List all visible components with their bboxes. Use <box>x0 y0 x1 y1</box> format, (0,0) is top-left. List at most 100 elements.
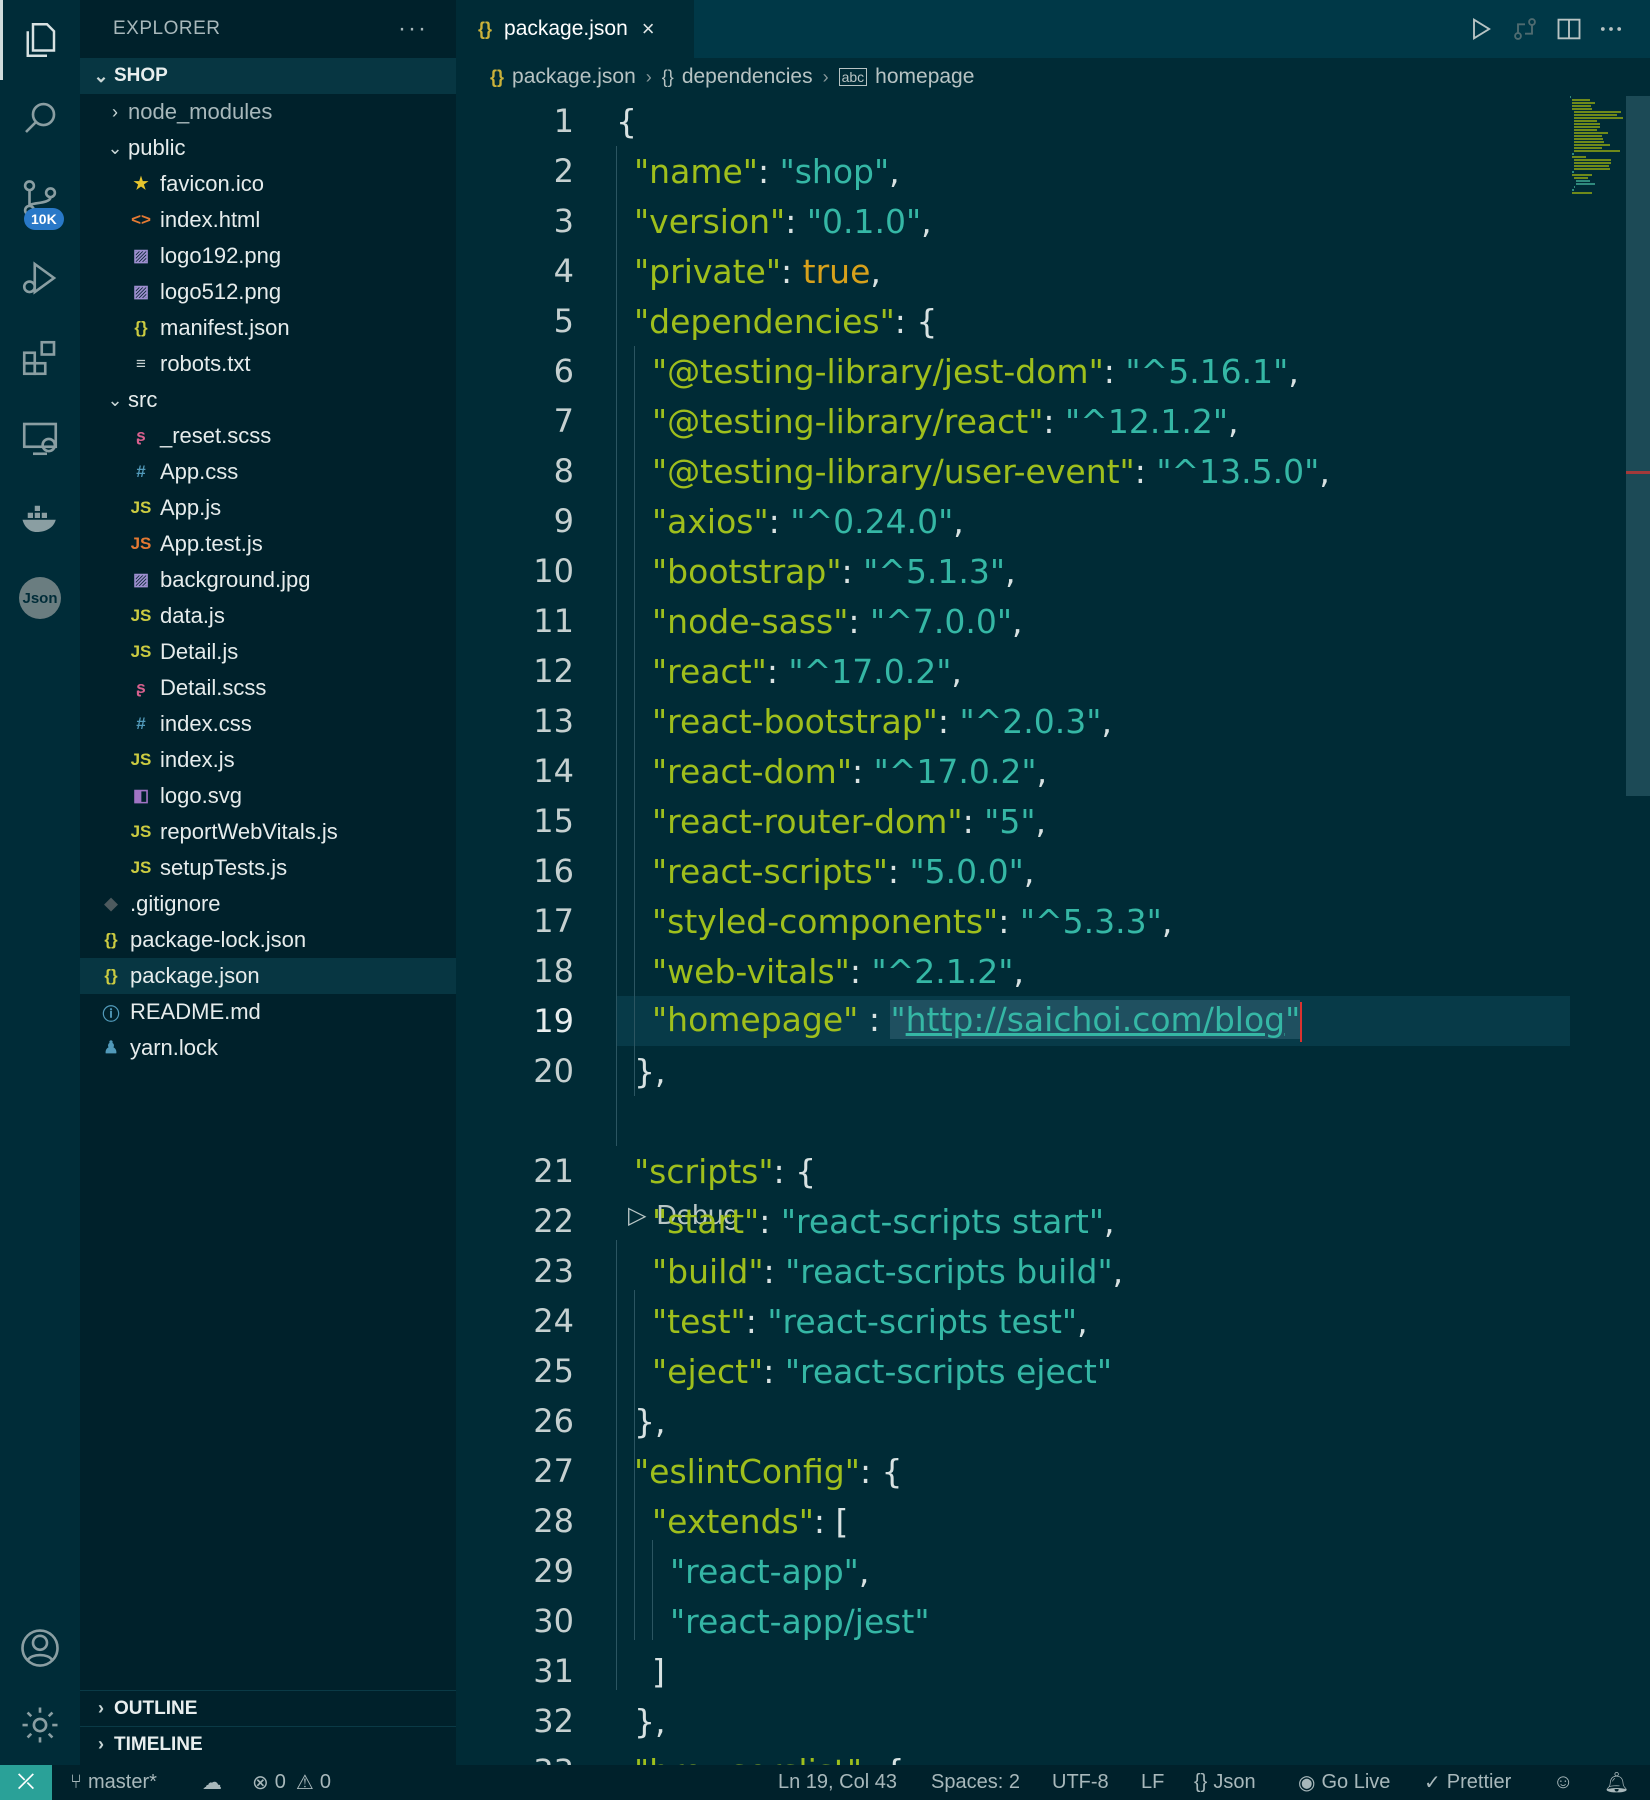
settings-gear-icon[interactable] <box>0 1685 80 1765</box>
account-icon[interactable] <box>0 1608 80 1688</box>
code-line[interactable]: 7 "@testing-library/react": "^12.1.2", <box>456 396 1570 446</box>
tree-file[interactable]: JS data.js <box>80 598 456 634</box>
tree-file[interactable]: JS reportWebVitals.js <box>80 814 456 850</box>
code-editor[interactable]: ▷ Debug 1{2 "name": "shop", 3 "version": "0… <box>456 96 1570 1765</box>
code-line[interactable]: 9 "axios": "^0.24.0", <box>456 496 1570 546</box>
code-line[interactable]: 31] <box>456 1646 1570 1696</box>
code-line[interactable]: 20}, <box>456 1046 1570 1096</box>
cursor-position[interactable]: Ln 19, Col 43 <box>778 1765 897 1800</box>
tree-file[interactable]: ▨ background.jpg <box>80 562 456 598</box>
code-line[interactable]: 5 "dependencies": { <box>456 296 1570 346</box>
explorer-icon[interactable] <box>0 0 80 80</box>
code-line[interactable]: 23 "build": "react-scripts build", <box>456 1246 1570 1296</box>
run-debug-icon[interactable] <box>0 238 80 318</box>
breadcrumb-item-dependencies[interactable]: dependencies <box>682 65 813 89</box>
tree-file[interactable]: ▨ logo192.png <box>80 238 456 274</box>
docker-icon[interactable] <box>0 478 80 558</box>
code-line[interactable]: 16 "react-scripts": "5.0.0", <box>456 846 1570 896</box>
code-line[interactable]: 15 "react-router-dom": "5", <box>456 796 1570 846</box>
tree-file[interactable]: {} package-lock.json <box>80 922 456 958</box>
eol-status[interactable]: LF <box>1141 1765 1164 1800</box>
branch-status[interactable]: ⑂ master* <box>70 1765 157 1800</box>
code-line[interactable]: 3 "version": "0.1.0", <box>456 196 1570 246</box>
tree-file[interactable]: # App.css <box>80 454 456 490</box>
code-line[interactable]: 30 "react-app/jest" <box>456 1596 1570 1646</box>
code-line[interactable]: 24 "test": "react-scripts test", <box>456 1296 1570 1346</box>
tree-file[interactable]: JS index.js <box>80 742 456 778</box>
tree-file[interactable]: ⓘ README.md <box>80 994 456 1030</box>
tree-file[interactable]: ʂ Detail.scss <box>80 670 456 706</box>
tree-file[interactable]: ★ favicon.ico <box>80 166 456 202</box>
problems-status[interactable]: ⊗ 0 ⚠ 0 <box>252 1765 331 1800</box>
tree-file[interactable]: # index.css <box>80 706 456 742</box>
tree-file[interactable]: JS App.test.js <box>80 526 456 562</box>
tree-file[interactable]: {} package.json <box>80 958 456 994</box>
extensions-icon[interactable] <box>0 318 80 398</box>
code-line[interactable]: 8 "@testing-library/user-event": "^13.5.0… <box>456 446 1570 496</box>
remote-explorer-icon[interactable] <box>0 398 80 478</box>
homepage-link[interactable]: http://saichoi.com/blog <box>905 1000 1286 1040</box>
compare-changes-icon[interactable] <box>1508 12 1542 46</box>
tree-file[interactable]: ʂ _reset.scss <box>80 418 456 454</box>
code-line[interactable]: 22 "start": "react-scripts start", <box>456 1196 1570 1246</box>
encoding-status[interactable]: UTF-8 <box>1052 1765 1109 1800</box>
code-line[interactable]: 21 "scripts": { <box>456 1146 1570 1196</box>
code-line[interactable]: 19 "homepage" : "http://saichoi.com/blog" <box>533 996 1570 1046</box>
json-icon[interactable]: Json <box>0 558 80 638</box>
remote-indicator-icon[interactable]: ⤫ <box>0 1765 52 1800</box>
go-live-status[interactable]: ◉ Go Live <box>1298 1765 1390 1800</box>
timeline-section[interactable]: › TIMELINE <box>80 1726 456 1762</box>
breadcrumb-item-homepage[interactable]: homepage <box>875 65 974 89</box>
code-line[interactable]: 26}, <box>456 1396 1570 1446</box>
tree-file[interactable]: ◧ logo.svg <box>80 778 456 814</box>
tree-file[interactable]: <> index.html <box>80 202 456 238</box>
tree-file[interactable]: JS App.js <box>80 490 456 526</box>
tab-package-json[interactable]: {} package.json × <box>456 0 694 58</box>
vertical-scrollbar[interactable] <box>1626 96 1650 796</box>
code-line[interactable]: 10 "bootstrap": "^5.1.3", <box>456 546 1570 596</box>
language-status[interactable]: {} Json <box>1194 1765 1256 1800</box>
code-line[interactable]: 33 "browserslist": { <box>456 1746 1570 1766</box>
tree-folder[interactable]: ⌄ public <box>80 130 456 166</box>
tree-file[interactable]: {} manifest.json <box>80 310 456 346</box>
tree-folder[interactable]: › node_modules <box>80 94 456 130</box>
outline-section[interactable]: › OUTLINE <box>80 1690 456 1726</box>
code-line[interactable]: 12 "react": "^17.0.2", <box>456 646 1570 696</box>
code-line[interactable]: 28 "extends": [ <box>456 1496 1570 1546</box>
code-line[interactable]: 29 "react-app", <box>456 1546 1570 1596</box>
close-icon[interactable]: × <box>642 16 655 42</box>
code-line[interactable]: 11 "node-sass": "^7.0.0", <box>456 596 1570 646</box>
sync-icon[interactable]: ☁ <box>202 1765 222 1800</box>
code-line[interactable]: 14 "react-dom": "^17.0.2", <box>456 746 1570 796</box>
tree-file[interactable]: JS Detail.js <box>80 634 456 670</box>
code-line[interactable]: 32}, <box>456 1696 1570 1746</box>
more-actions-icon[interactable] <box>1594 12 1628 46</box>
minimap[interactable] <box>1570 96 1634 196</box>
split-editor-icon[interactable] <box>1552 12 1586 46</box>
breadcrumb-item-file[interactable]: package.json <box>512 65 636 89</box>
run-icon[interactable] <box>1464 12 1498 46</box>
code-line[interactable]: 6 "@testing-library/jest-dom": "^5.16.1", <box>456 346 1570 396</box>
more-actions-icon[interactable]: ··· <box>398 15 428 43</box>
feedback-icon[interactable]: ☺ <box>1553 1765 1573 1800</box>
source-control-icon[interactable]: 10K <box>0 158 80 238</box>
indentation-status[interactable]: Spaces: 2 <box>931 1765 1020 1800</box>
tree-file[interactable]: ♟ yarn.lock <box>80 1030 456 1066</box>
code-line[interactable]: 4 "private": true, <box>456 246 1570 296</box>
tree-folder[interactable]: ⌄ src <box>80 382 456 418</box>
prettier-status[interactable]: ✓ Prettier <box>1424 1765 1511 1800</box>
code-line[interactable]: 27 "eslintConfig": { <box>456 1446 1570 1496</box>
workspace-folder-shop[interactable]: ⌄ SHOP <box>80 58 456 94</box>
code-line[interactable]: 18 "web-vitals": "^2.1.2", <box>456 946 1570 996</box>
code-line[interactable]: 25 "eject": "react-scripts eject" <box>456 1346 1570 1396</box>
code-line[interactable]: 2 "name": "shop", <box>456 146 1570 196</box>
search-icon[interactable] <box>0 78 80 158</box>
tree-file[interactable]: ≡ robots.txt <box>80 346 456 382</box>
tree-file[interactable]: ▨ logo512.png <box>80 274 456 310</box>
tree-file[interactable]: JS setupTests.js <box>80 850 456 886</box>
notifications-bell-icon[interactable]: 🔔︎ <box>1604 1765 1629 1800</box>
tree-file[interactable]: ◆ .gitignore <box>80 886 456 922</box>
code-line[interactable]: 17 "styled-components": "^5.3.3", <box>456 896 1570 946</box>
code-line[interactable]: 13 "react-bootstrap": "^2.0.3", <box>456 696 1570 746</box>
code-line[interactable]: 1{ <box>456 96 1570 146</box>
